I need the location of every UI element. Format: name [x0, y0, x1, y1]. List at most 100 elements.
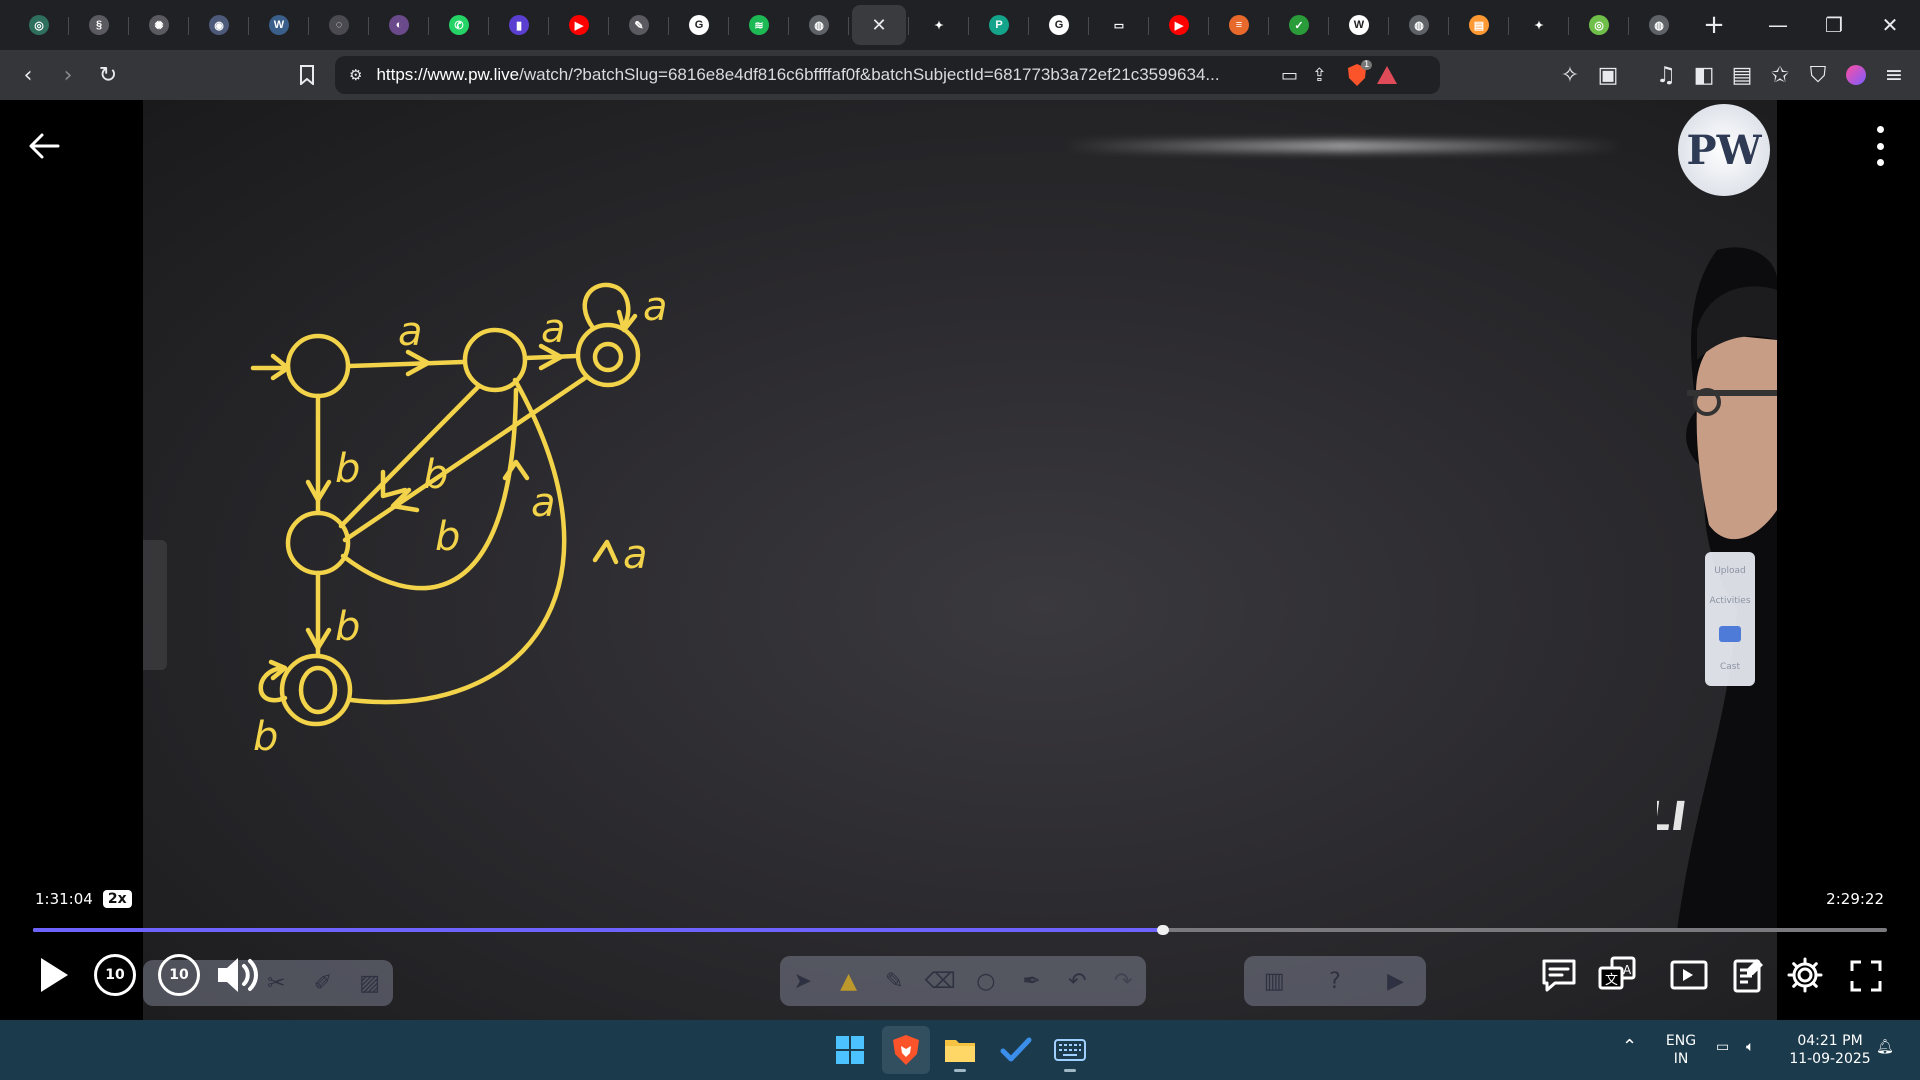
annotation-toolbar-center: ➤ ▲ ✎ ⌫ ○ ✒ ↶ ↷ — [780, 956, 1146, 1006]
restore-button[interactable]: ❐ — [1806, 0, 1862, 50]
browser-tab[interactable]: ◍ — [788, 5, 846, 45]
playback-speed-badge[interactable]: 2x — [102, 890, 132, 908]
minimize-button[interactable]: — — [1750, 0, 1806, 50]
browser-tab[interactable]: ▤ — [1448, 5, 1506, 45]
highlighter-icon: ▲ — [840, 968, 858, 994]
browser-tab[interactable]: ≡ — [1208, 5, 1266, 45]
side-panel: Upload Activities Cast — [1705, 552, 1755, 686]
settings-gear-icon[interactable] — [1784, 954, 1826, 996]
clock[interactable]: 04:21 PM 11-09-2025 — [1780, 1032, 1880, 1068]
reader-mode-icon[interactable]: ▣ — [1588, 55, 1628, 95]
bookmark-icon[interactable] — [287, 55, 327, 95]
monitor-icon: ▭ — [1109, 15, 1129, 35]
browser-tab[interactable]: ◍ — [1628, 5, 1686, 45]
share-icon[interactable]: ⇪ — [1304, 60, 1334, 90]
browser-tab[interactable]: ✕ — [848, 5, 906, 45]
label-b-a: a — [531, 480, 556, 526]
site-settings-icon[interactable]: ⚙ — [349, 66, 362, 84]
todo-icon[interactable] — [992, 1026, 1040, 1074]
browser-tab[interactable]: ✦ — [908, 5, 966, 45]
media-icon[interactable]: ♫ — [1646, 55, 1686, 95]
volume-icon[interactable] — [214, 952, 264, 998]
chat-icon[interactable] — [1538, 954, 1580, 996]
activities-label[interactable]: Activities — [1709, 596, 1750, 606]
browser-tab[interactable]: ✎ — [608, 5, 666, 45]
label-bb-loop: b — [253, 714, 278, 760]
browser-tab[interactable]: ◎ — [1568, 5, 1626, 45]
upload-label[interactable]: Upload — [1714, 566, 1746, 576]
forward-10-button[interactable]: 10 — [158, 954, 200, 996]
language-code: ENG — [1665, 1033, 1697, 1049]
menu-icon[interactable]: ≡ — [1874, 55, 1914, 95]
browser-tab[interactable]: ✆ — [428, 5, 486, 45]
profile-avatar[interactable] — [1836, 55, 1876, 95]
browser-tab[interactable]: P — [968, 5, 1026, 45]
cast-label[interactable]: Cast — [1720, 662, 1740, 672]
browser-tab[interactable]: ✓ — [1268, 5, 1326, 45]
extensions-icon[interactable]: ✧ — [1550, 55, 1590, 95]
brave-shields-icon[interactable]: 1 — [1342, 60, 1373, 90]
new-tab-button[interactable]: + — [1696, 7, 1732, 43]
browser-tab[interactable]: ▶ — [1148, 5, 1206, 45]
fullscreen-icon[interactable] — [1846, 956, 1886, 996]
speaker-icon[interactable]: 🔈︎ — [1746, 1038, 1754, 1056]
network-icon[interactable]: ▭ — [1716, 1038, 1729, 1056]
rewind-10-button[interactable]: 10 — [94, 954, 136, 996]
browser-tab[interactable]: W — [1328, 5, 1386, 45]
sidebar-icon[interactable]: ◧ — [1684, 55, 1724, 95]
wallet-icon[interactable]: ▤ — [1722, 55, 1762, 95]
translate-icon[interactable]: 文A — [1594, 952, 1646, 996]
back-icon[interactable]: ‹ — [8, 55, 48, 95]
browser-tab[interactable]: ✦ — [1508, 5, 1566, 45]
video-player[interactable]: a a a b b b a a b b VALI PW Upload Activ… — [0, 100, 1920, 1020]
touch-keyboard-icon[interactable] — [1046, 1026, 1094, 1074]
start-button[interactable] — [826, 1026, 874, 1074]
marker-icon: ✒ — [1022, 968, 1041, 994]
show-hidden-icons[interactable]: ⌃ — [1622, 1038, 1637, 1056]
back-arrow-icon[interactable] — [22, 124, 66, 168]
browser-tab[interactable]: ≋ — [728, 5, 786, 45]
browser-tab[interactable]: ✺ — [128, 5, 186, 45]
close-window-button[interactable]: ✕ — [1862, 0, 1918, 50]
browser-tab[interactable]: G — [668, 5, 726, 45]
browser-tab[interactable]: ◍ — [1388, 5, 1446, 45]
install-app-icon[interactable]: ▭ — [1274, 60, 1304, 90]
browser-tab[interactable]: ◌ — [308, 5, 366, 45]
clock-date: 11-09-2025 — [1789, 1051, 1871, 1067]
side-panel-handle[interactable] — [143, 540, 167, 670]
notes-icon[interactable] — [1728, 954, 1770, 996]
state-final-aa — [575, 322, 641, 388]
browser-tab[interactable]: ◐ — [368, 5, 426, 45]
picture-in-picture-icon[interactable] — [1668, 954, 1710, 996]
browser-tab[interactable]: ◉ — [188, 5, 246, 45]
dfa-drawing: a a a b b b a a b b — [250, 282, 668, 760]
reload-icon[interactable]: ↻ — [88, 55, 128, 95]
brave-browser-icon[interactable] — [882, 1026, 930, 1074]
browser-tab[interactable]: G — [1028, 5, 1086, 45]
browser-tab[interactable]: ◎ — [12, 5, 66, 45]
language-indicator[interactable]: ENG IN — [1664, 1032, 1698, 1068]
browser-tab[interactable]: ▶ — [548, 5, 606, 45]
browser-tab[interactable]: W — [248, 5, 306, 45]
browser-tab[interactable]: § — [68, 5, 126, 45]
close-icon[interactable]: ✕ — [871, 15, 886, 36]
vpn-shield-icon[interactable]: ⛉ — [1798, 55, 1838, 95]
file-explorer-icon[interactable] — [936, 1026, 984, 1074]
brush-icon: ✐ — [313, 970, 333, 996]
browser-tab[interactable]: ▮ — [488, 5, 546, 45]
progress-bar[interactable] — [33, 925, 1887, 935]
progress-handle[interactable] — [1157, 925, 1169, 935]
video-frame[interactable]: a a a b b b a a b b VALI PW — [143, 100, 1777, 1020]
brave-rewards-icon[interactable] — [1372, 60, 1402, 90]
leo-ai-icon[interactable]: ✩ — [1760, 55, 1800, 95]
cast-icon[interactable] — [1719, 626, 1741, 642]
browser-tab[interactable]: ▭ — [1088, 5, 1146, 45]
notification-bell-icon[interactable]: 🔔︎ — [1876, 1038, 1894, 1056]
play-icon[interactable] — [34, 952, 74, 998]
label-bb-a: a — [623, 532, 648, 578]
url-text[interactable]: https://www.pw.live/watch/?batchSlug=681… — [376, 65, 1256, 85]
globe-site-icon: ◉ — [209, 15, 229, 35]
address-bar[interactable]: ⚙ https://www.pw.live/watch/?batchSlug=6… — [335, 56, 1440, 94]
more-options-icon[interactable] — [1870, 126, 1890, 166]
forward-icon[interactable]: › — [48, 55, 88, 95]
